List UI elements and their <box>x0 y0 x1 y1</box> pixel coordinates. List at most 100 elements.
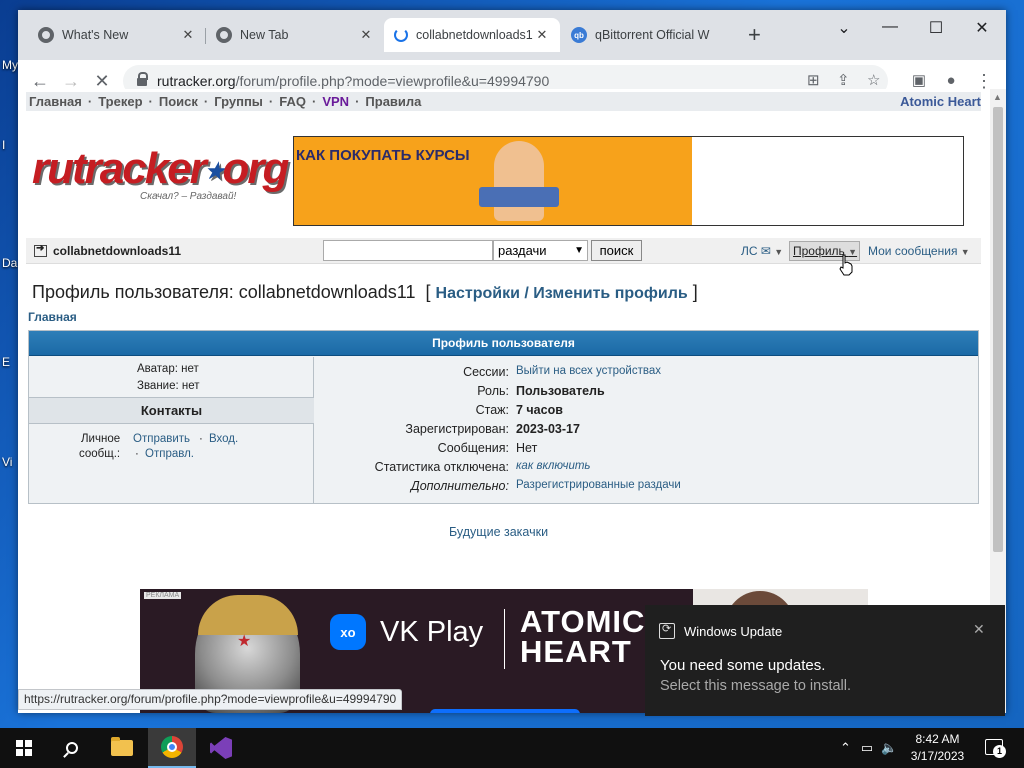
info-row-role: Роль: Пользователь <box>315 384 979 403</box>
ad-cta-button[interactable] <box>430 709 580 713</box>
translate-icon[interactable]: ⊞ <box>807 71 820 89</box>
info-key: Сообщения: <box>437 441 509 455</box>
pm-sent-link[interactable]: Отправл. <box>145 448 194 460</box>
taskbar: ⌃ ▭ 🔈 8:42 AM 3/17/2023 1 <box>0 728 1024 768</box>
clock[interactable]: 8:42 AM 3/17/2023 <box>905 731 970 765</box>
banner-text: КАК ПОКУПАТЬ КУРСЫ <box>296 147 470 164</box>
info-key: Стаж: <box>475 403 509 417</box>
notification-title: You need some updates. <box>660 657 826 674</box>
loading-spinner-icon <box>394 28 408 42</box>
desktop-icon-label[interactable]: Vi <box>2 455 12 469</box>
system-tray: ⌃ ▭ 🔈 <box>840 728 897 768</box>
tab-qbittorrent[interactable]: qb qBittorrent Official W <box>561 18 739 52</box>
info-key: Дополнительно: <box>410 479 509 493</box>
share-icon[interactable]: ⇪ <box>837 71 850 89</box>
tab-collabnetdownloads[interactable]: collabnetdownloads1 ✕ <box>384 18 560 52</box>
vk-play-text: VK Play <box>380 616 484 648</box>
tab-whats-new[interactable]: What's New ✕ <box>28 18 206 52</box>
pm-link[interactable]: ЛС ✉ ▼ <box>741 244 783 258</box>
ad-tag: РЕКЛАМА <box>144 592 182 599</box>
desktop-icon-label[interactable]: I <box>2 138 5 152</box>
pm-inbox-link[interactable]: Вход. <box>209 433 238 445</box>
logged-in-user[interactable]: collabnetdownloads11 <box>34 243 181 258</box>
maximize-button[interactable]: ☐ <box>913 18 959 38</box>
search-category-select[interactable]: раздачи ▼ <box>493 240 588 261</box>
close-icon[interactable]: ✕ <box>180 27 196 43</box>
visual-studio-button[interactable] <box>197 728 245 768</box>
clock-date: 3/17/2023 <box>910 749 965 763</box>
rank-label: Звание: нет <box>137 380 200 392</box>
site-top-nav: Главная · Трекер · Поиск · Группы · FAQ · VPN… <box>26 92 981 111</box>
laurel-illustration <box>198 595 298 635</box>
top-ad-banner[interactable]: КАК ПОКУПАТЬ КУРСЫ <box>293 136 964 226</box>
url-text: rutracker.org/forum/profile.php?mode=vie… <box>157 73 549 89</box>
notification-app-name: Windows Update <box>684 624 783 639</box>
nav-rules[interactable]: Правила <box>365 94 421 109</box>
chevron-up-icon[interactable]: ⌃ <box>840 740 851 756</box>
nav-tracker[interactable]: Трекер <box>98 94 142 109</box>
logout-icon[interactable] <box>34 243 47 257</box>
nav-home[interactable]: Главная <box>29 94 82 109</box>
info-row-registered: Зарегистрирован: 2023-03-17 <box>315 422 979 441</box>
chrome-taskbar-button[interactable] <box>148 728 196 768</box>
nav-faq[interactable]: FAQ <box>279 94 306 109</box>
bracket: ] <box>692 282 698 302</box>
start-button[interactable] <box>0 728 48 768</box>
close-icon[interactable]: ✕ <box>973 621 985 638</box>
search-button[interactable] <box>48 728 96 768</box>
desktop-icon-label[interactable]: E <box>2 355 10 369</box>
info-row-additional: Дополнительно: Разрегистрированные раздач… <box>315 479 979 498</box>
bookmark-star-icon[interactable]: ☆ <box>867 71 880 89</box>
chrome-icon <box>216 27 232 43</box>
page-title-text: Профиль пользователя: collabnetdownloads… <box>32 282 416 302</box>
info-value: 2023-03-17 <box>516 422 580 436</box>
chevron-down-icon: ▼ <box>960 247 970 257</box>
search-input[interactable] <box>323 240 493 261</box>
nav-atomic-heart[interactable]: Atomic Heart <box>900 94 981 109</box>
close-window-button[interactable]: ✕ <box>959 18 1005 38</box>
tab-search-button[interactable]: ⌄ <box>821 18 867 38</box>
tab-new-tab[interactable]: New Tab ✕ <box>206 18 384 52</box>
scroll-thumb[interactable] <box>993 107 1003 552</box>
nav-vpn[interactable]: VPN <box>322 94 349 109</box>
my-messages-label: Мои сообщения <box>868 244 958 258</box>
close-icon[interactable]: ✕ <box>358 27 374 43</box>
future-downloads-link[interactable]: Будущие закачки <box>449 525 548 539</box>
info-value: Пользователь <box>516 384 605 398</box>
search-button[interactable]: поиск <box>591 240 642 261</box>
pm-row-label-1: Личное <box>81 433 121 445</box>
my-messages-link[interactable]: Мои сообщения ▼ <box>868 244 970 258</box>
breadcrumb-home[interactable]: Главная <box>28 310 77 324</box>
visual-studio-icon <box>210 737 232 759</box>
close-icon[interactable]: ✕ <box>534 27 550 43</box>
tab-label: collabnetdownloads1 <box>416 28 533 42</box>
unregistered-torrents-link[interactable]: Разрегистрированные раздачи <box>516 479 681 491</box>
info-row-sessions: Сессии: Выйти на всех устройствах <box>315 365 979 384</box>
enable-stats-link[interactable]: как включить <box>516 460 590 472</box>
nav-search[interactable]: Поиск <box>159 94 198 109</box>
volume-icon[interactable]: 🔈 <box>881 740 897 756</box>
minimize-button[interactable]: — <box>867 18 913 36</box>
logout-all-devices-link[interactable]: Выйти на всех устройствах <box>516 365 661 377</box>
folder-icon <box>111 737 133 756</box>
nav-separator: · <box>311 94 317 109</box>
windows-update-notification[interactable]: Windows Update ✕ You need some updates. … <box>645 605 1005 716</box>
file-explorer-button[interactable] <box>98 728 146 768</box>
info-key: Зарегистрирован: <box>405 422 509 436</box>
clock-time: 8:42 AM <box>915 732 960 746</box>
desktop-icon-label[interactable]: My <box>2 58 18 72</box>
star-icon: ★ <box>204 158 225 184</box>
nav-groups[interactable]: Группы <box>214 94 263 109</box>
info-value: 7 часов <box>516 403 563 417</box>
qbittorrent-icon: qb <box>571 27 587 43</box>
network-icon[interactable]: ▭ <box>861 740 873 756</box>
bracket: [ <box>425 282 431 302</box>
scroll-up-icon[interactable]: ▲ <box>993 92 1002 102</box>
new-tab-button[interactable]: + <box>748 24 761 46</box>
edit-profile-link[interactable]: Настройки / Изменить профиль <box>436 285 688 302</box>
lock-icon[interactable] <box>137 71 148 87</box>
pm-send-link[interactable]: Отправить <box>133 433 190 445</box>
desktop-icon-label[interactable]: Da <box>2 256 17 270</box>
site-logo[interactable]: rutracker★org <box>32 144 290 194</box>
logo-org: org <box>222 144 290 193</box>
